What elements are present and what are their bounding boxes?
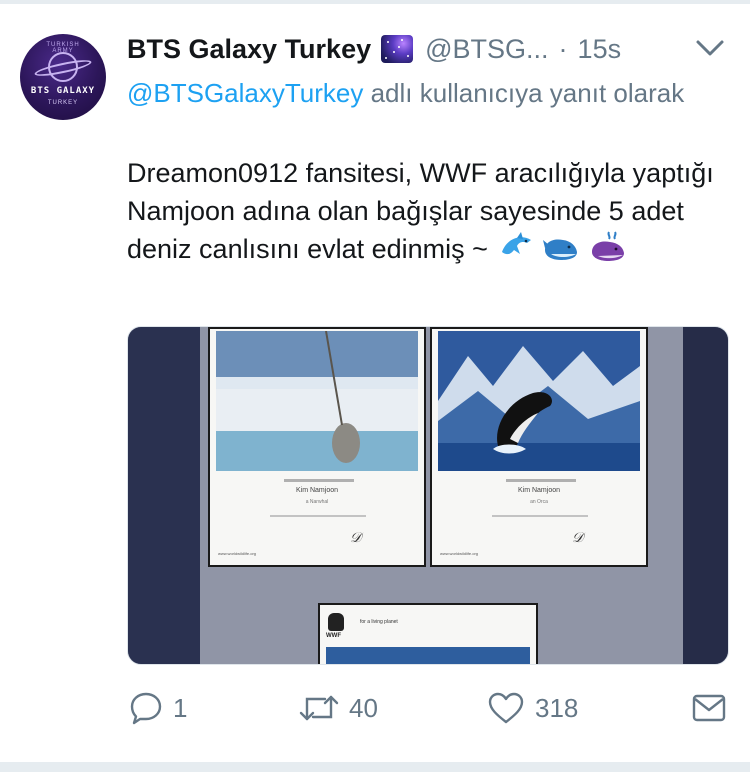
orca-photo (438, 331, 640, 471)
like-count: 318 (535, 692, 579, 723)
narwhal-photo (216, 331, 418, 471)
cert-line (492, 515, 588, 517)
retweet-action[interactable]: 40 (299, 688, 378, 728)
cert-name-left: Kim Namjoon (295, 487, 338, 494)
whale-icon (542, 239, 577, 260)
display-name[interactable]: BTS Galaxy Turkey (127, 34, 371, 65)
certificate-narwhal: Kim Namjoon a Narwhal 𝒟 www.worldwildlif… (208, 327, 426, 567)
panda-logo-icon (328, 613, 344, 631)
cert-line (284, 479, 354, 482)
cert-site-left: www.worldwildlife.org (218, 551, 257, 556)
media-right-edge (683, 327, 728, 664)
emoji-group (499, 230, 626, 272)
spouting-whale-icon (591, 231, 624, 261)
bottom-photo (326, 647, 530, 664)
cert-site-right: www.worldwildlife.org (440, 551, 479, 556)
top-divider (0, 0, 750, 4)
avatar-subtitle: TURKEY (47, 100, 79, 106)
reply-context: @BTSGalaxyTurkey adlı kullanıcıya yanıt … (127, 74, 707, 112)
heart-icon[interactable] (487, 691, 525, 725)
retweet-icon[interactable] (299, 691, 339, 725)
reply-action[interactable]: 1 (129, 688, 187, 728)
chevron-down-icon[interactable] (694, 36, 726, 60)
signature: 𝒟 (572, 529, 584, 545)
avatar-title: BTS GALAXY (30, 86, 96, 96)
tweet-actions: 1 40 318 (127, 688, 727, 728)
signature: 𝒟 (350, 529, 362, 545)
retweet-count: 40 (349, 692, 378, 723)
tweet-text: Dreamon0912 fansitesi, WWF aracılığıyla … (127, 154, 717, 272)
tweet-header: BTS Galaxy Turkey @BTSG... · 15s (127, 32, 621, 66)
bottom-divider (0, 762, 750, 772)
reply-suffix: adlı kullanıcıya yanıt olarak (363, 78, 685, 108)
milky-way-emoji-icon (381, 35, 414, 63)
handle[interactable]: @BTSG... (425, 34, 548, 65)
cert-name-right: Kim Namjoon (517, 487, 560, 494)
wwf-label: WWF (326, 633, 341, 639)
wwf-tagline: for a living planet (360, 619, 398, 625)
certificate-orca: Kim Namjoon an Orca 𝒟 www.worldwildlife.… (430, 327, 648, 567)
cert-animal-left: a Narwhal (305, 499, 329, 505)
certificate-bottom: WWF for a living planet (318, 603, 538, 664)
direct-message-action[interactable] (691, 688, 727, 728)
dolphin-icon (502, 232, 532, 255)
reply-icon[interactable] (129, 691, 163, 725)
reply-mention-link[interactable]: @BTSGalaxyTurkey (127, 78, 363, 108)
like-action[interactable]: 318 (487, 688, 578, 728)
separator: · (558, 33, 568, 64)
cert-line (270, 515, 366, 517)
tweet-media-image[interactable]: Kim Namjoon a Narwhal 𝒟 www.worldwildlif… (127, 326, 729, 665)
envelope-icon[interactable] (691, 692, 727, 724)
reply-count: 1 (173, 692, 188, 723)
timestamp[interactable]: 15s (578, 34, 622, 65)
media-left-edge (128, 327, 206, 664)
cert-animal-right: an Orca (530, 499, 548, 505)
avatar[interactable]: TURKISH ARMY BTS GALAXY TURKEY (20, 34, 106, 120)
cert-line (506, 479, 576, 482)
